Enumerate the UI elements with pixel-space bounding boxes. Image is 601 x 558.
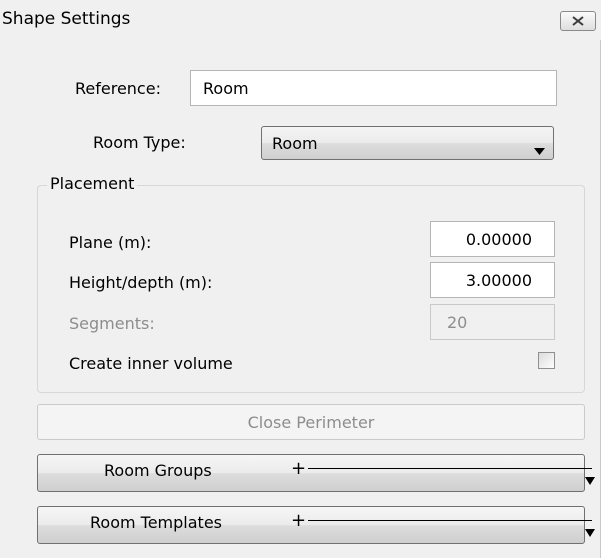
segments-input: 20 <box>430 304 555 340</box>
arrow-down-icon <box>585 470 595 489</box>
room-type-select[interactable]: Room <box>261 126 554 160</box>
close-icon <box>572 16 584 26</box>
segments-value: 20 <box>447 312 468 332</box>
plane-input[interactable]: 0.00000 <box>430 221 555 257</box>
inner-volume-label: Create inner volume <box>69 354 233 373</box>
height-value: 3.00000 <box>465 270 532 290</box>
room-type-selected: Room <box>272 133 318 153</box>
room-templates-button[interactable]: Room Templates + <box>37 506 595 544</box>
reference-label: Reference: <box>75 79 161 98</box>
plane-label: Plane (m): <box>69 233 152 252</box>
reference-input[interactable]: Room <box>190 70 557 106</box>
plus-icon: + <box>291 510 307 531</box>
reference-value: Room <box>203 78 249 98</box>
shape-settings-window: Shape Settings Reference: Room Room Type… <box>0 0 601 558</box>
height-label: Height/depth (m): <box>69 273 213 292</box>
plus-icon: + <box>291 458 307 479</box>
close-button[interactable] <box>560 11 596 31</box>
window-title: Shape Settings <box>2 9 131 29</box>
inner-volume-checkbox[interactable] <box>538 352 555 369</box>
divider-line <box>308 520 592 521</box>
chevron-down-icon <box>534 140 545 159</box>
placement-legend: Placement <box>47 174 138 193</box>
title-bar[interactable]: Shape Settings <box>0 0 601 40</box>
room-type-label: Room Type: <box>93 133 186 152</box>
divider-line <box>308 468 592 469</box>
arrow-down-icon <box>585 522 595 541</box>
close-perimeter-button[interactable]: Close Perimeter <box>37 404 585 440</box>
close-perimeter-label: Close Perimeter <box>247 412 375 432</box>
room-templates-label: Room Templates <box>90 513 222 532</box>
room-groups-button[interactable]: Room Groups + <box>37 454 595 492</box>
segments-label: Segments: <box>69 314 155 333</box>
height-input[interactable]: 3.00000 <box>430 262 555 298</box>
room-groups-label: Room Groups <box>104 461 212 480</box>
plane-value: 0.00000 <box>465 229 532 249</box>
